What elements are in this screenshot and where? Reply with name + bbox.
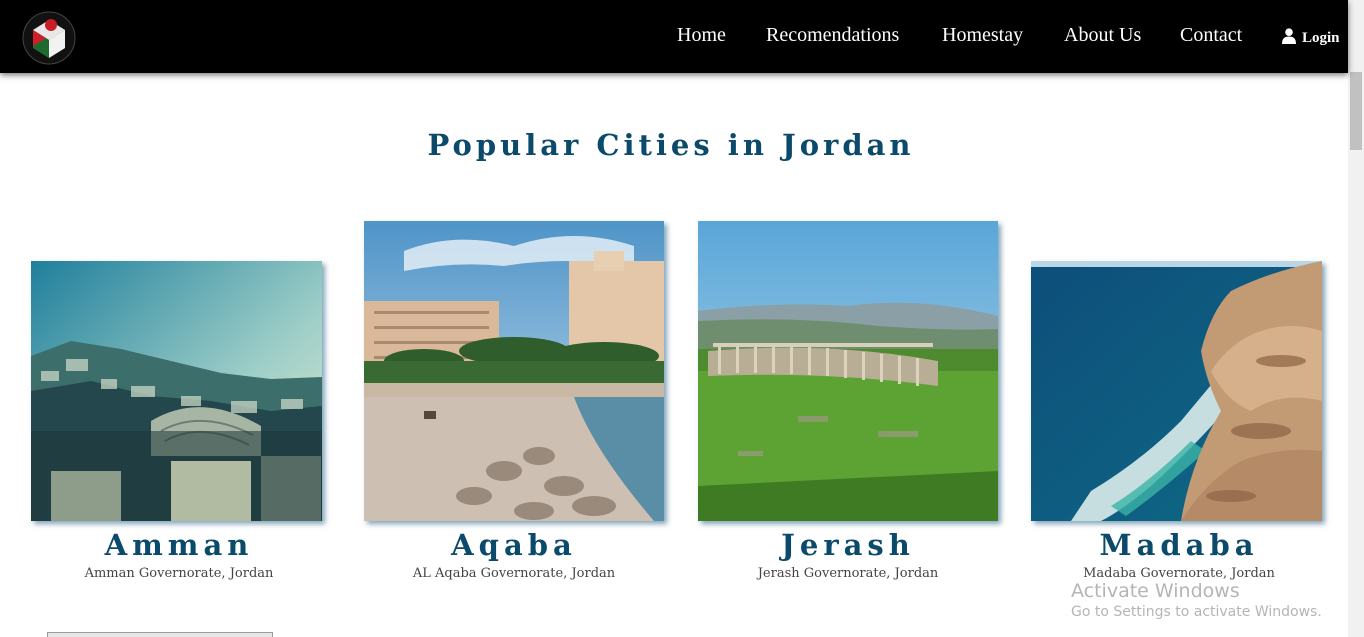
city-name-madaba[interactable]: Madaba (1031, 528, 1327, 562)
city-name-amman[interactable]: Amman (31, 528, 327, 562)
city-name-aqaba[interactable]: Aqaba (364, 528, 664, 562)
city-subtitle-madaba: Madaba Governorate, Jordan (1083, 566, 1275, 581)
nav-home-link[interactable]: Home (677, 24, 726, 47)
page: Home Recomendations Homestay About Us Co… (0, 0, 1364, 637)
top-navbar: Home Recomendations Homestay About Us Co… (0, 0, 1348, 73)
partial-bottom-element (47, 632, 273, 637)
city-image-amman[interactable] (31, 261, 322, 521)
nav-recommendations-link[interactable]: Recomendations (766, 24, 899, 47)
nav-homestay-link[interactable]: Homestay (942, 24, 1023, 47)
city-name-jerash[interactable]: Jerash (698, 528, 998, 562)
nav-contact-link[interactable]: Contact (1180, 24, 1242, 47)
section-title: Popular Cities in Jordan (427, 128, 915, 162)
login-label: Login (1302, 30, 1340, 46)
city-subtitle-jerash: Jerash Governorate, Jordan (757, 566, 939, 581)
activate-windows-subtitle: Go to Settings to activate Windows. (1071, 604, 1322, 620)
user-icon (1282, 28, 1296, 49)
activate-windows-title: Activate Windows (1071, 580, 1240, 602)
city-image-madaba[interactable] (1031, 261, 1322, 521)
city-subtitle-aqaba: AL Aqaba Governorate, Jordan (412, 566, 616, 581)
city-image-aqaba[interactable] (364, 221, 664, 521)
city-image-jerash[interactable] (698, 221, 998, 521)
login-button[interactable]: Login (1282, 28, 1340, 49)
site-logo[interactable] (22, 11, 76, 65)
city-subtitle-amman: Amman Governorate, Jordan (84, 566, 274, 581)
vertical-scrollbar-thumb[interactable] (1350, 72, 1362, 150)
nav-about-us-link[interactable]: About Us (1064, 24, 1141, 47)
